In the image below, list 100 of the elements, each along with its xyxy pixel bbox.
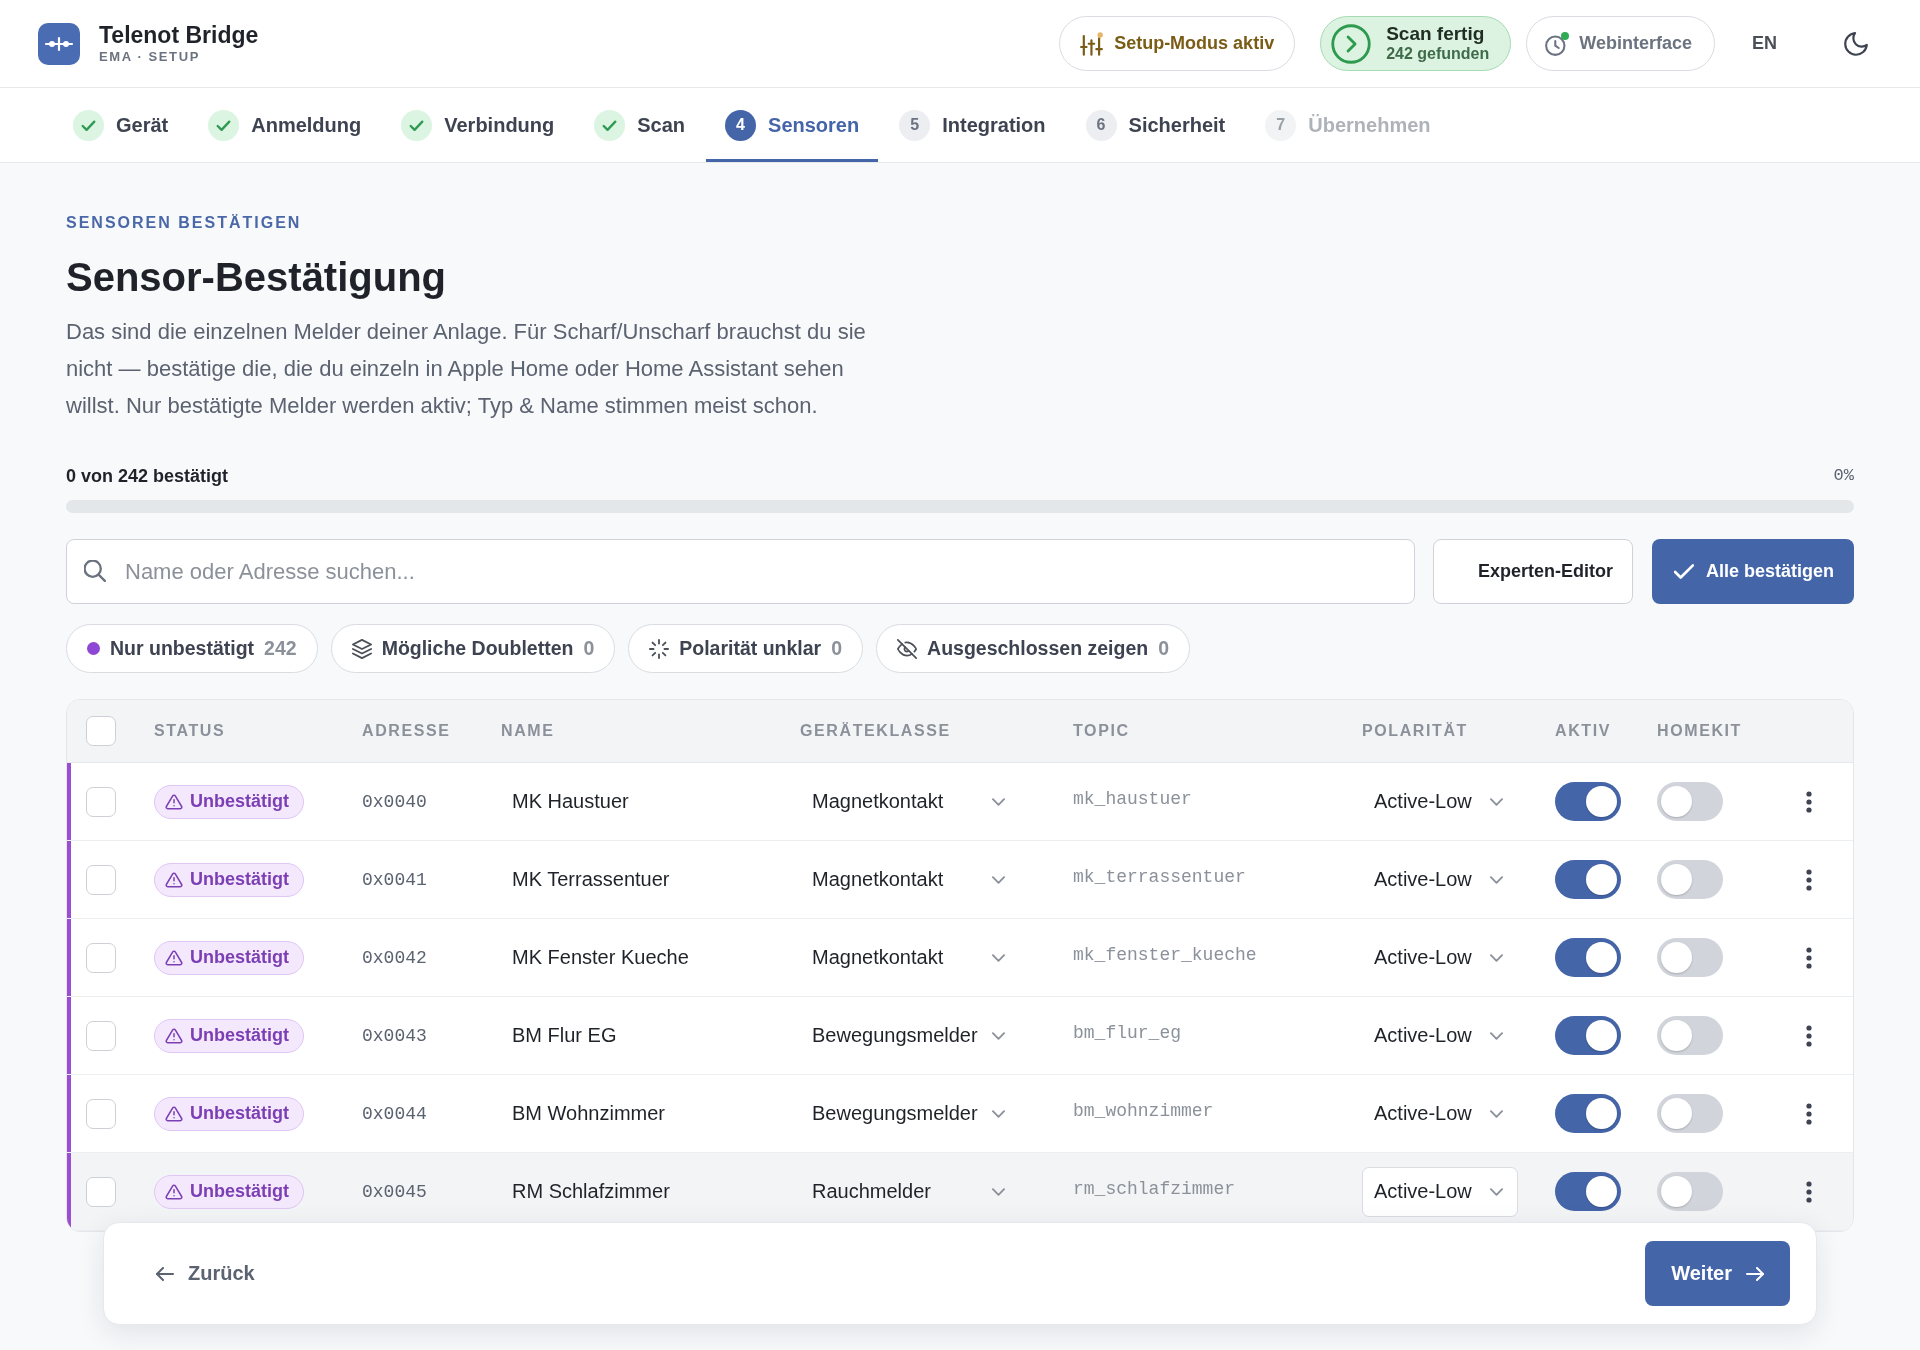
row-checkbox[interactable] [86, 942, 116, 973]
step-tab[interactable]: Verbindung [382, 88, 574, 162]
filter-count: 0 [831, 637, 843, 660]
confirm-all-button[interactable]: Alle bestätigen [1651, 539, 1854, 604]
device-class-dropdown[interactable]: Magnetkontakt [800, 854, 1020, 905]
device-class-dropdown[interactable]: Rauchmelder [800, 1166, 1020, 1217]
row-checkbox[interactable] [86, 864, 116, 895]
setup-mode-button[interactable]: Setup-Modus aktiv [1059, 16, 1296, 71]
more-vertical-icon[interactable] [1806, 868, 1812, 891]
polarity-dropdown[interactable]: Active-Low [1362, 1088, 1518, 1139]
topic-text: mk_terrassentuer [1073, 866, 1247, 887]
row-checkbox[interactable] [86, 786, 116, 817]
homekit-toggle[interactable] [1657, 782, 1723, 821]
topic-text: bm_wohnzimmer [1073, 1100, 1215, 1121]
step-tab[interactable]: 6 Sicherheit [1066, 88, 1245, 162]
active-toggle[interactable] [1555, 782, 1621, 821]
scan-title: Scan fertig [1386, 23, 1486, 44]
homekit-toggle[interactable] [1657, 938, 1723, 977]
language-button[interactable]: EN [1730, 21, 1799, 66]
search-field[interactable]: Name oder Adresse suchen... [66, 539, 1415, 604]
column-header: GERÄTEKLASSE [800, 722, 952, 740]
layers-icon [351, 638, 372, 659]
expert-editor-button[interactable]: Experten-Editor [1432, 539, 1633, 604]
polarity-dropdown[interactable]: Active-Low [1362, 1166, 1518, 1217]
filter-chip[interactable]: Polarität unklar 0 [628, 624, 864, 673]
more-vertical-icon[interactable] [1806, 1180, 1812, 1203]
homekit-toggle[interactable] [1657, 860, 1723, 899]
warning-icon [165, 1104, 183, 1123]
step-tab[interactable]: 4 Sensoren [706, 88, 879, 162]
chevron-down-icon [1490, 797, 1503, 806]
select-all-checkbox[interactable] [86, 716, 116, 746]
moon-icon[interactable] [1844, 31, 1868, 56]
filter-count: 242 [264, 637, 297, 660]
sensor-name: BM Wohnzimmer [511, 1102, 666, 1125]
homekit-toggle[interactable] [1657, 1094, 1723, 1133]
step-tab[interactable]: Scan [575, 88, 705, 162]
progress-label: 0 von 242 bestätigt [66, 465, 229, 488]
filter-chip[interactable]: Nur unbestätigt 242 [66, 624, 318, 673]
column-header: TOPIC [1073, 722, 1131, 740]
active-toggle[interactable] [1555, 1016, 1621, 1055]
active-toggle[interactable] [1555, 860, 1621, 899]
more-vertical-icon[interactable] [1806, 790, 1812, 813]
sensor-address: 0x0040 [362, 791, 428, 812]
sensor-name: MK Fenster Kueche [511, 946, 690, 969]
app-subtitle: EMA · SETUP [99, 49, 201, 65]
row-checkbox[interactable] [86, 1098, 116, 1129]
warning-icon [165, 870, 183, 889]
step-number: 4 [725, 109, 757, 141]
progress-percent: 0% [1833, 465, 1854, 487]
polarity-dropdown[interactable]: Active-Low [1362, 932, 1518, 983]
back-button[interactable]: Zurück [156, 1251, 255, 1296]
arrow-right-icon [1746, 1266, 1764, 1281]
sensor-name: MK Terrassentuer [511, 868, 671, 891]
chevron-down-icon [1490, 1109, 1503, 1118]
filter-count: 0 [583, 637, 595, 660]
chevron-down-icon [992, 953, 1005, 962]
check-icon [1673, 561, 1694, 582]
chevron-down-icon [992, 1031, 1005, 1040]
step-number: 7 [1265, 109, 1297, 141]
more-vertical-icon[interactable] [1806, 946, 1812, 969]
active-toggle[interactable] [1555, 1172, 1621, 1211]
active-toggle[interactable] [1555, 1094, 1621, 1133]
polarity-dropdown[interactable]: Active-Low [1362, 776, 1518, 827]
filter-chip[interactable]: Ausgeschlossen zeigen 0 [876, 624, 1190, 673]
filter-chip[interactable]: Mögliche Doubletten 0 [330, 624, 616, 673]
app-title: Telenot Bridge [99, 22, 259, 49]
device-class-dropdown[interactable]: Magnetkontakt [800, 776, 1020, 827]
device-class-dropdown[interactable]: Bewegungsmelder [800, 1088, 1020, 1139]
step-tab[interactable]: Anmeldung [189, 88, 381, 162]
chevron-down-icon [992, 1109, 1005, 1118]
homekit-toggle[interactable] [1657, 1172, 1723, 1211]
device-class-dropdown[interactable]: Magnetkontakt [800, 932, 1020, 983]
webinterface-button[interactable]: Webinterface [1526, 16, 1715, 71]
chevron-down-icon [992, 1187, 1005, 1196]
step-tab[interactable]: 5 Integration [880, 88, 1065, 162]
row-checkbox[interactable] [86, 1020, 116, 1051]
status-dot-icon [87, 642, 100, 655]
column-header: AKTIV [1555, 722, 1612, 740]
homekit-toggle[interactable] [1657, 1016, 1723, 1055]
chevron-down-icon [1490, 953, 1503, 962]
page-title: Sensor-Bestätigung [66, 254, 448, 301]
step-tab[interactable]: Gerät [54, 88, 188, 162]
polarity-dropdown[interactable]: Active-Low [1362, 854, 1518, 905]
sensor-name: BM Flur EG [511, 1024, 618, 1047]
active-toggle[interactable] [1555, 938, 1621, 977]
column-header: HOMEKIT [1657, 722, 1743, 740]
row-checkbox[interactable] [86, 1176, 116, 1207]
polarity-dropdown[interactable]: Active-Low [1362, 1010, 1518, 1061]
device-class-dropdown[interactable]: Bewegungsmelder [800, 1010, 1020, 1061]
status-label: Unbestätigt [190, 869, 289, 890]
more-vertical-icon[interactable] [1806, 1102, 1812, 1125]
status-label: Unbestätigt [190, 1181, 289, 1202]
status-label: Unbestätigt [190, 1025, 289, 1046]
search-icon [84, 560, 106, 582]
sensor-address: 0x0041 [362, 869, 428, 890]
next-button[interactable]: Weiter [1645, 1241, 1790, 1306]
more-vertical-icon[interactable] [1806, 1024, 1812, 1047]
sensor-address: 0x0043 [362, 1025, 428, 1046]
status-label: Unbestätigt [190, 947, 289, 968]
eye-off-icon [897, 638, 918, 659]
